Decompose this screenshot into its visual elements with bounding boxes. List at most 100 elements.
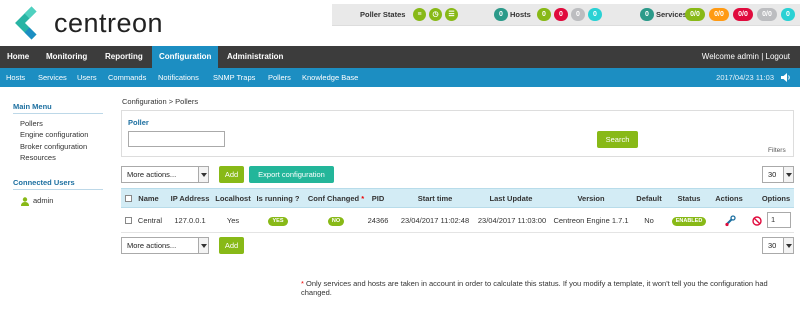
subnav-pollers[interactable]: Pollers: [268, 68, 291, 87]
conf-changed-badge: NO: [327, 216, 345, 226]
sidebar-item-resources[interactable]: Resources: [20, 153, 56, 162]
disable-icon[interactable]: [752, 216, 762, 226]
chevron-down-icon: [198, 238, 208, 253]
services-pending-badge[interactable]: 0: [781, 8, 795, 21]
services-ok-badge[interactable]: 0/0: [685, 8, 705, 21]
hosts-down-badge[interactable]: 0: [554, 8, 568, 21]
subnav-users[interactable]: Users: [77, 68, 97, 87]
sidebar-item-engine-configuration[interactable]: Engine configuration: [20, 130, 88, 139]
more-actions-value: More actions...: [127, 241, 177, 250]
row-select-checkbox[interactable]: [125, 217, 132, 224]
status-bar: Poller States ≡ ◷ ☰ 0 Hosts 0 0 0 0 0 Se…: [332, 4, 800, 26]
column-header-localhost[interactable]: Localhost: [213, 189, 253, 209]
page-size-value: 30: [768, 170, 777, 179]
user-icon: [21, 197, 29, 206]
centreon-logo[interactable]: centreon: [12, 6, 163, 40]
column-header-status[interactable]: Status: [671, 189, 707, 209]
footnote-text: Only services and hosts are taken in acc…: [301, 279, 768, 297]
poller-database-icon[interactable]: ≡: [413, 8, 426, 21]
column-header-start-time[interactable]: Start time: [401, 189, 469, 209]
nav-reporting[interactable]: Reporting: [105, 46, 143, 68]
edit-configuration-icon[interactable]: [724, 215, 736, 227]
column-header-default[interactable]: Default: [632, 189, 666, 209]
poller-list-icon[interactable]: ☰: [445, 8, 458, 21]
poller-running-cell: YES: [255, 208, 301, 233]
chevron-down-icon: [783, 167, 793, 182]
column-header-name[interactable]: Name: [135, 189, 162, 209]
conf-changed-label: Conf Changed: [307, 194, 360, 203]
poller-pid: 24366: [367, 216, 389, 225]
poller-last-update: 23/04/2017 11:03:00: [477, 216, 547, 225]
footnote: * Only services and hosts are taken in a…: [301, 279, 800, 297]
nav-configuration[interactable]: Configuration: [152, 46, 219, 68]
sound-icon[interactable]: [780, 72, 792, 83]
hosts-up-badge[interactable]: 0: [537, 8, 551, 21]
table-row[interactable]: Central 127.0.0.1 Yes YES NO 24366 23/04…: [121, 208, 794, 233]
current-datetime: 2017/04/23 11:03: [716, 73, 774, 82]
hosts-total-badge[interactable]: 0: [494, 8, 508, 21]
add-button-top[interactable]: Add: [219, 166, 244, 183]
top-header: centreon Poller States ≡ ◷ ☰ 0 Hosts 0 0…: [0, 0, 800, 46]
duplicate-count-input[interactable]: 1: [767, 212, 791, 228]
sidebar-divider: [13, 113, 103, 114]
more-actions-value: More actions...: [127, 170, 177, 179]
subnav-hosts[interactable]: Hosts: [6, 68, 25, 87]
chevron-down-icon: [783, 238, 793, 253]
poller-start-time: 23/04/2017 11:02:48: [400, 216, 470, 225]
sidebar-item-broker-configuration[interactable]: Broker configuration: [20, 142, 87, 151]
user-welcome-logout[interactable]: Welcome admin | Logout: [702, 46, 790, 68]
services-warning-badge[interactable]: 0/0: [709, 8, 729, 21]
required-asterisk: *: [361, 194, 365, 203]
add-button-bottom[interactable]: Add: [219, 237, 244, 254]
column-header-version[interactable]: Version: [555, 189, 627, 209]
sidebar-item-pollers[interactable]: Pollers: [20, 119, 43, 128]
page-size-select-top[interactable]: 30: [762, 166, 794, 183]
sidebar: Main Menu Pollers Engine configuration B…: [0, 87, 112, 322]
column-header-last-update[interactable]: Last Update: [477, 189, 545, 209]
services-unknown-badge[interactable]: 0/0: [757, 8, 777, 21]
pollers-table: Name IP Address Localhost Is running ? C…: [121, 188, 794, 233]
poller-search-input[interactable]: [128, 131, 225, 147]
nav-home[interactable]: Home: [7, 46, 29, 68]
filter-panel: Poller Search: [121, 110, 794, 157]
column-header-pid[interactable]: PID: [367, 189, 389, 209]
select-all-checkbox[interactable]: [125, 195, 132, 202]
subnav-commands[interactable]: Commands: [108, 68, 146, 87]
nav-monitoring[interactable]: Monitoring: [46, 46, 87, 68]
page-size-value: 30: [768, 241, 777, 250]
export-configuration-button[interactable]: Export configuration: [249, 166, 334, 183]
breadcrumb: Configuration > Pollers: [122, 97, 199, 106]
page-size-select-bottom[interactable]: 30: [762, 237, 794, 254]
column-header-options[interactable]: Options: [759, 189, 793, 209]
column-header-ip-address[interactable]: IP Address: [165, 189, 215, 209]
more-actions-select-top[interactable]: More actions...: [121, 166, 209, 183]
subnav-services[interactable]: Services: [38, 68, 67, 87]
search-button[interactable]: Search: [597, 131, 638, 148]
services-total-badge[interactable]: 0: [640, 8, 654, 21]
column-header-is-running[interactable]: Is running ?: [255, 189, 301, 209]
poller-conf-changed-cell: NO: [306, 208, 366, 233]
column-header-actions[interactable]: Actions: [713, 189, 745, 209]
subnav-snmp-traps[interactable]: SNMP Traps: [213, 68, 255, 87]
poller-latency-icon[interactable]: ◷: [429, 8, 442, 21]
poller-states-label: Poller States: [360, 10, 406, 19]
hosts-pending-badge[interactable]: 0: [588, 8, 602, 21]
table-header-row: Name IP Address Localhost Is running ? C…: [121, 188, 794, 208]
hosts-unreachable-badge[interactable]: 0: [571, 8, 585, 21]
services-label: Services: [656, 10, 687, 19]
services-critical-badge[interactable]: 0/0: [733, 8, 753, 21]
connected-user-admin[interactable]: admin: [33, 196, 53, 205]
poller-name[interactable]: Central: [135, 208, 165, 233]
main-navigation: Home Monitoring Reporting Configuration …: [0, 46, 800, 68]
poller-default: No: [644, 216, 654, 225]
subnav-knowledge-base[interactable]: Knowledge Base: [302, 68, 358, 87]
filters-toggle[interactable]: Filters: [768, 147, 786, 154]
nav-administration[interactable]: Administration: [227, 46, 283, 68]
chevron-down-icon: [198, 167, 208, 182]
poller-version: Centreon Engine 1.7.1: [553, 216, 629, 225]
more-actions-select-bottom[interactable]: More actions...: [121, 237, 209, 254]
column-header-conf-changed[interactable]: Conf Changed *: [306, 189, 366, 209]
subnav-notifications[interactable]: Notifications: [158, 68, 199, 87]
main-menu-title: Main Menu: [13, 102, 52, 111]
logo-text: centreon: [54, 7, 164, 38]
